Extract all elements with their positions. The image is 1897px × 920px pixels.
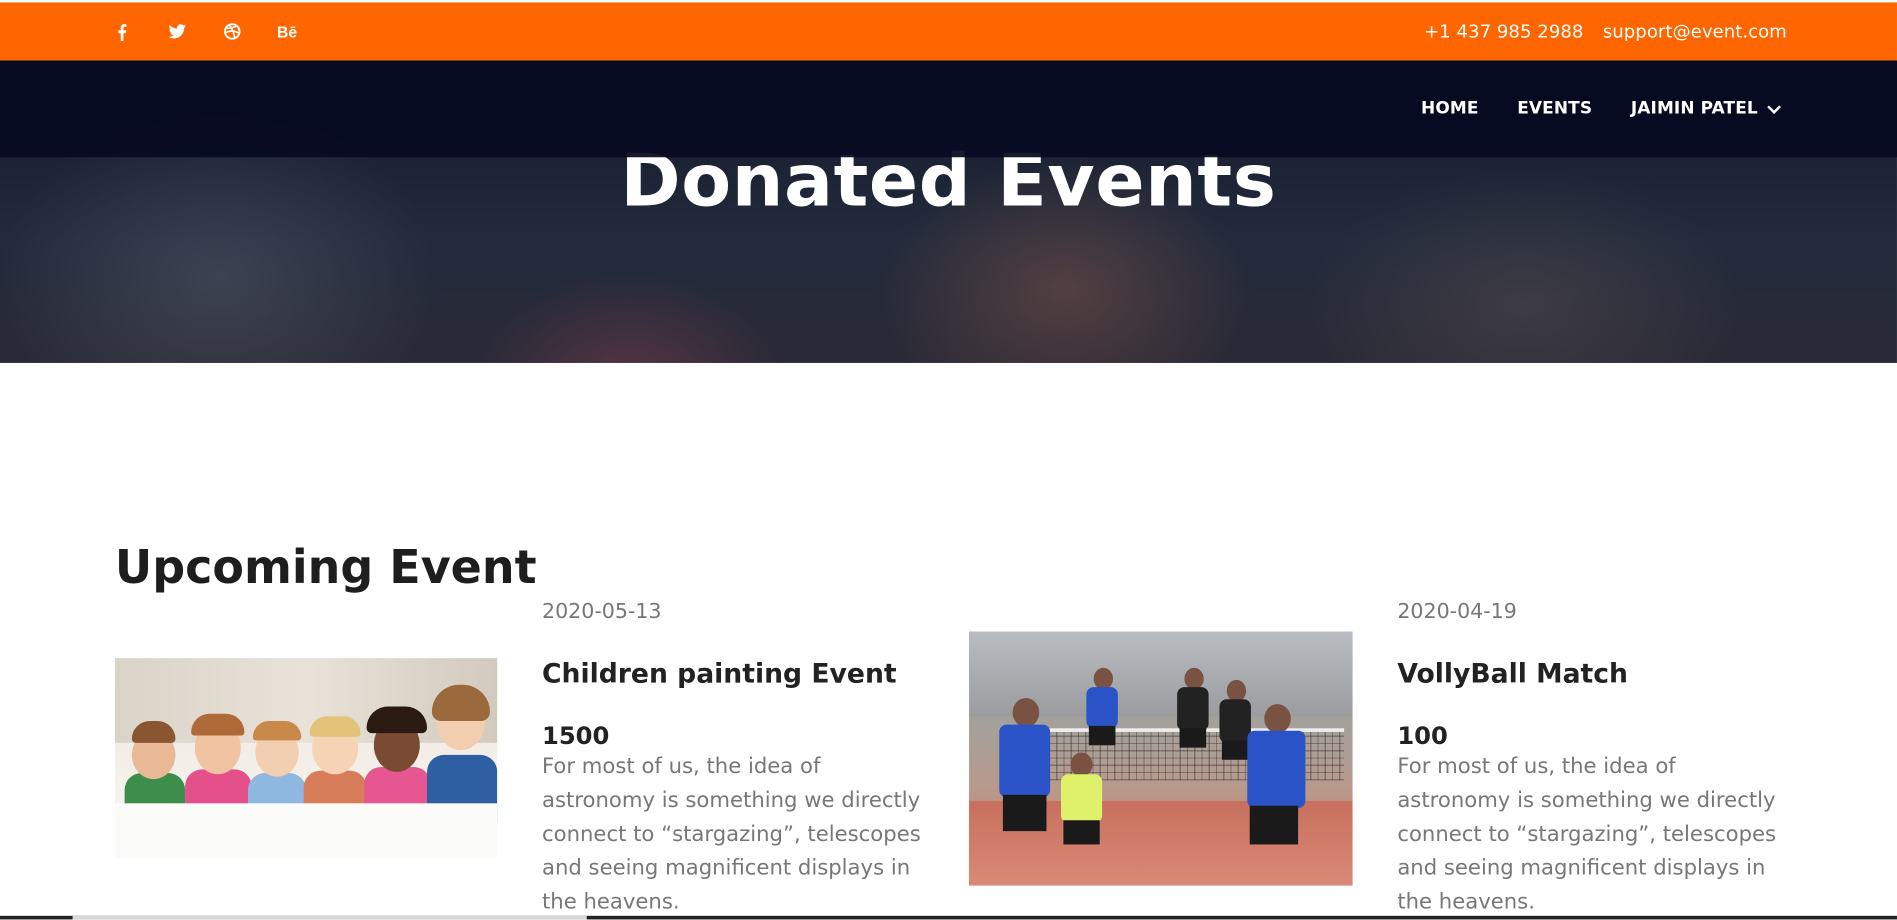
bottom-edge-segment [72,915,587,920]
event-image-volleyball[interactable] [969,631,1353,886]
child-hair [131,721,176,743]
child-hair [191,713,245,736]
dribbble-icon[interactable] [220,23,244,40]
child-hair [252,721,302,741]
nav-item-home[interactable]: HOME [1421,99,1478,118]
social-links: Bē [109,2,300,60]
event-title[interactable]: Children painting Event [542,659,897,689]
nav-item-label: EVENTS [1517,99,1593,119]
email-link[interactable]: support@event.com [1603,21,1787,43]
twitter-icon[interactable] [165,24,189,39]
player-figure [1084,667,1120,789]
event-date: 2020-04-19 [1397,600,1517,625]
player-figure [1175,667,1211,789]
nav-item-user-menu[interactable]: JAIMIN PATEL [1630,99,1781,119]
bottom-edge [0,915,1897,920]
page: Bē +1 437 985 2988 support@event.com Don… [0,0,1897,920]
behance-icon[interactable]: Bē [276,24,300,39]
main-navbar: HOME EVENTS JAIMIN PATEL [0,60,1897,158]
table-surface [114,803,498,858]
svg-text:Bē: Bē [277,25,297,39]
child-hair [309,716,361,737]
event-amount: 100 [1397,721,1448,751]
top-bar: Bē +1 437 985 2988 support@event.com [0,2,1897,61]
nav-item-events[interactable]: EVENTS [1517,99,1592,118]
event-description: For most of us, the idea of astronomy is… [541,754,921,915]
event-description: For most of us, the idea of astronomy is… [1397,754,1777,915]
event-title[interactable]: VollyBall Match [1397,659,1628,689]
player-figure [993,698,1053,886]
contact-info: +1 437 985 2988 support@event.com [1424,2,1787,60]
chevron-down-icon [1767,100,1781,115]
phone-link[interactable]: +1 437 985 2988 [1424,21,1584,43]
nav-menu: HOME EVENTS JAIMIN PATEL [1421,60,1781,157]
facebook-icon[interactable] [109,22,133,41]
nav-item-label: JAIMIN PATEL [1630,99,1758,119]
section-title: Upcoming Event [114,540,537,595]
event-image-children-painting[interactable] [114,658,498,858]
nav-item-label: HOME [1421,99,1479,119]
event-amount: 1500 [541,721,610,751]
player-figure [1238,704,1311,885]
child-hair [366,706,428,734]
event-date: 2020-05-13 [541,600,662,625]
